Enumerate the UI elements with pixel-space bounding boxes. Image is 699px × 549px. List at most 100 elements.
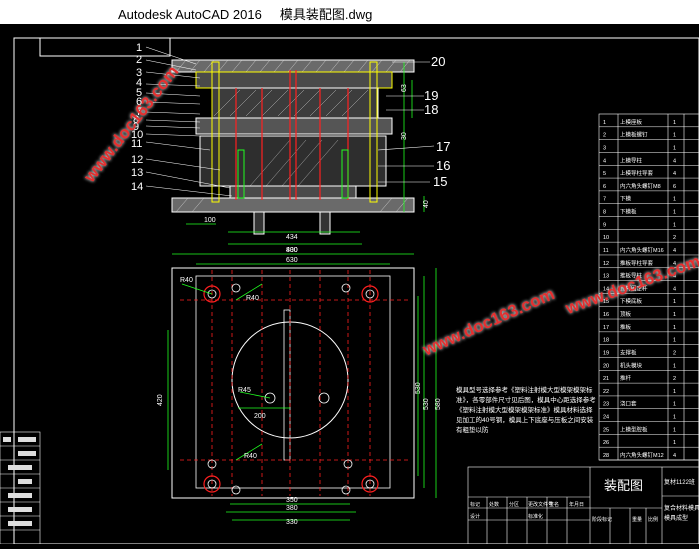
dim-630: 630: [286, 257, 298, 264]
part-number: 16: [603, 312, 609, 318]
part-qty: 1: [673, 120, 676, 126]
callout-13: 13: [131, 167, 143, 179]
part-name: 内六角头螺钉M16: [620, 246, 664, 254]
dim-r45: R45: [238, 387, 251, 394]
part-qty: 1: [673, 197, 676, 203]
tb-row2-0: 设计: [470, 513, 480, 520]
part-name: 推杆: [620, 374, 632, 382]
part-number: 19: [603, 350, 609, 356]
part-number: 10: [603, 235, 609, 241]
part-qty: 2: [673, 376, 676, 382]
part-name: 上模导柱导套: [620, 169, 654, 177]
dim-380: 380: [286, 505, 298, 512]
part-qty: 4: [673, 171, 676, 177]
callout-20: 20: [431, 54, 445, 69]
part-number: 17: [603, 325, 609, 331]
callout-19: 19: [424, 88, 438, 103]
dim-40: 40: [423, 200, 430, 208]
part-number: 24: [603, 415, 609, 421]
dim-r40b: R40: [246, 295, 259, 302]
dim-r40a: R40: [180, 277, 193, 284]
dim-350: 350: [286, 497, 298, 504]
part-name: 推板: [620, 323, 632, 331]
dim-30: 30: [401, 132, 408, 140]
part-number: 11: [603, 248, 609, 254]
part-qty: 6: [673, 184, 676, 190]
part-qty: 1: [673, 427, 676, 433]
part-qty: 1: [673, 145, 676, 151]
front-view: [145, 46, 435, 245]
part-qty: 2: [673, 350, 676, 356]
callout-17: 17: [436, 139, 450, 154]
part-name: 内六角头螺钉M12: [620, 451, 664, 459]
part-name: 上模型腔板: [620, 425, 648, 433]
part-number: 21: [603, 376, 609, 382]
dim-434: 434: [286, 234, 298, 241]
part-number: 5: [603, 171, 606, 177]
part-name: 机头模块: [620, 361, 643, 369]
tb-hdr-1: 处数: [489, 501, 499, 508]
callout-16: 16: [436, 158, 450, 173]
part-name: 支撑板: [620, 348, 637, 356]
title-project: 复合材料模具设计: [664, 504, 699, 512]
part-qty: 1: [673, 402, 676, 408]
part-name: 顶板: [620, 310, 632, 318]
part-number: 26: [603, 440, 609, 446]
tb-hdr-4: 签名: [549, 501, 559, 508]
dim-330: 330: [286, 519, 298, 526]
tb-stage-2: 比例: [648, 516, 658, 523]
dim-63: 63: [401, 84, 408, 92]
dim-r40c: R40: [244, 453, 257, 460]
dim-420: 420: [157, 394, 164, 406]
part-number: 22: [603, 389, 609, 395]
part-number: 1: [603, 120, 606, 126]
part-qty: 1: [673, 299, 676, 305]
part-qty: 1: [673, 338, 676, 344]
cad-drawing: 1 2 3 4 5 6 7 8 9 10 11 12 13 14 15 16 1…: [0, 37, 699, 545]
callout-14: 14: [131, 181, 143, 193]
part-qty: 4: [673, 248, 676, 254]
callout-15: 15: [433, 174, 447, 189]
part-qty: 1: [673, 440, 676, 446]
title-drawing-name: 装配图: [604, 478, 643, 493]
part-number: 28: [603, 453, 609, 459]
callout-1: 1: [136, 42, 142, 54]
part-qty: 1: [673, 312, 676, 318]
part-number: 25: [603, 427, 609, 433]
part-qty: 4: [673, 158, 676, 164]
callout-11: 11: [131, 138, 142, 150]
dim-580: 580: [435, 398, 442, 410]
callout-12: 12: [131, 154, 143, 166]
part-name: 上模座板: [620, 118, 643, 126]
tb-hdr-5: 年月日: [569, 501, 584, 508]
tb-hdr-0: 标记: [470, 501, 480, 508]
part-qty: 4: [673, 453, 676, 459]
technical-note: 模具型号选择参考《塑料注射模大型模架模架标准》，各零部件尺寸见后图，模具中心距选…: [456, 387, 596, 434]
left-block-grid: [0, 431, 41, 545]
part-name: 浇口套: [620, 400, 637, 408]
title-project2: 模具成型: [664, 514, 688, 522]
window-title: Autodesk AutoCAD 2016 模具装配图.dwg: [118, 7, 373, 22]
part-qty: 1: [673, 389, 676, 395]
part-qty: 1: [673, 210, 676, 216]
part-name: 上模导柱: [620, 156, 643, 164]
part-name: 下模: [620, 195, 632, 203]
callout-18: 18: [424, 102, 438, 117]
part-qty: 4: [673, 286, 676, 292]
part-name: 推板导柱导套: [620, 259, 654, 267]
dim-530: 530: [423, 398, 430, 410]
title-bar: Autodesk AutoCAD 2016 模具装配图.dwg: [0, 0, 699, 24]
part-number: 4: [603, 158, 606, 164]
part-number: 9: [603, 222, 606, 228]
tb-row2-2: 标准化: [528, 513, 543, 520]
drawing-canvas[interactable]: 1 2 3 4 5 6 7 8 9 10 11 12 13 14 15 16 1…: [0, 24, 699, 545]
part-number: 3: [603, 145, 606, 151]
part-number: 18: [603, 338, 609, 344]
top-view: [167, 253, 437, 521]
part-number: 20: [603, 363, 609, 369]
dim-530-inner: 530: [415, 382, 422, 394]
part-number: 7: [603, 197, 606, 203]
dim-200: 200: [254, 413, 266, 420]
callout-2: 2: [136, 54, 142, 66]
part-qty: 1: [673, 415, 676, 421]
